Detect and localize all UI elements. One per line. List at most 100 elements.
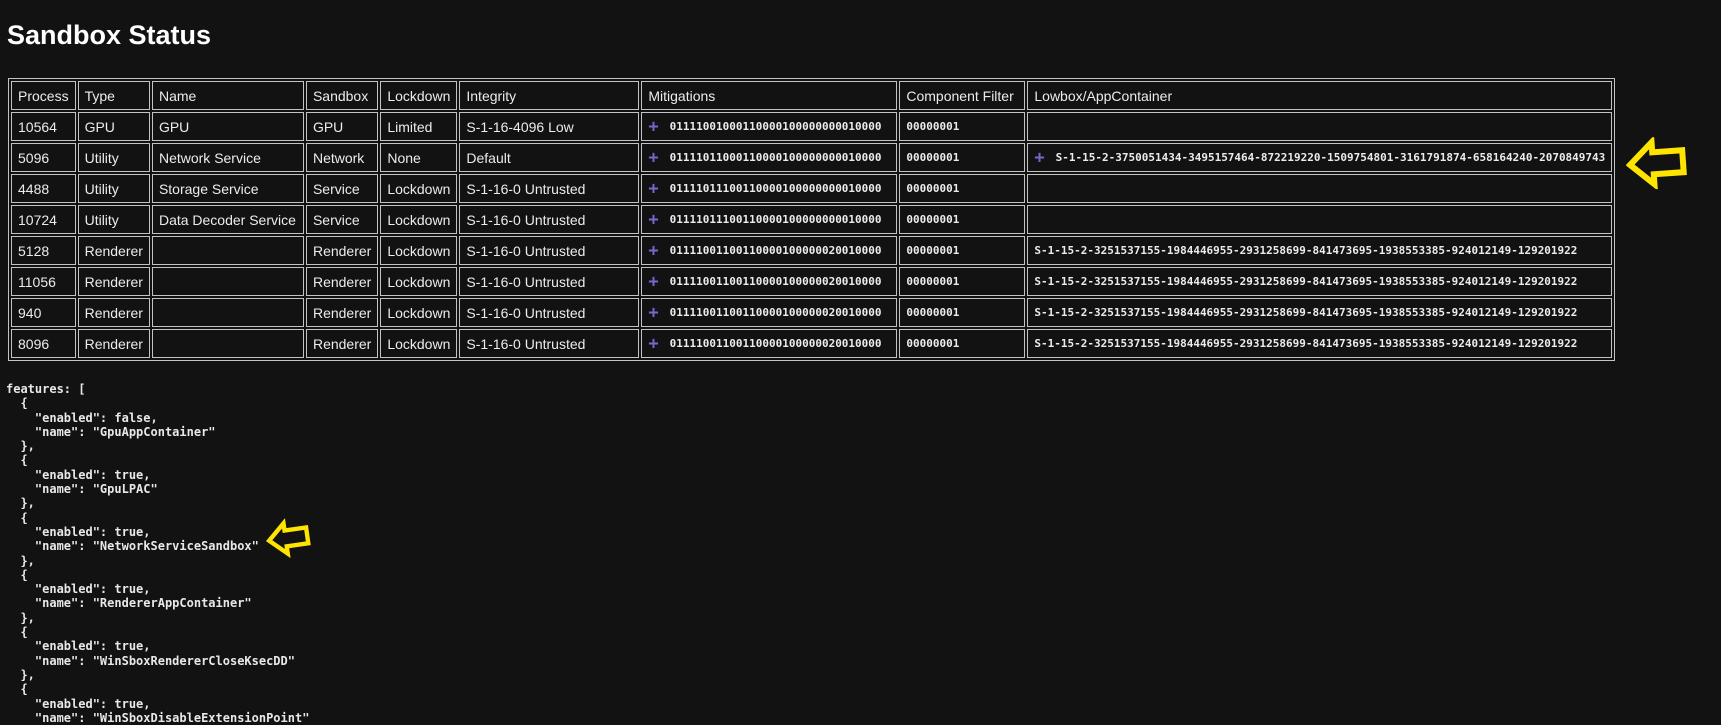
cell-integrity: S-1-16-0 Untrusted — [459, 298, 640, 327]
expand-mitigations-icon[interactable]: + — [648, 272, 658, 292]
cell-component-filter: 00000001 — [899, 205, 1026, 234]
cell-lockdown: Lockdown — [380, 298, 458, 327]
cell-integrity: S-1-16-0 Untrusted — [459, 329, 640, 358]
cell-lowbox: S-1-15-2-3251537155-1984446955-293125869… — [1027, 267, 1613, 296]
cell-sandbox: Renderer — [305, 298, 379, 327]
expand-mitigations-icon[interactable]: + — [648, 303, 658, 323]
table-row: 4488 Utility Storage Service Service Loc… — [11, 174, 1613, 203]
cell-sandbox: Renderer — [305, 236, 379, 265]
cell-process: 10564 — [11, 112, 76, 141]
annotation-arrow-network-service-row — [1625, 135, 1687, 191]
cell-sandbox: Renderer — [305, 267, 379, 296]
expand-mitigations-icon[interactable]: + — [648, 241, 658, 261]
mitigations-value: 01111001000110000100000000010000 — [669, 119, 882, 133]
table-row: 11056 Renderer Renderer Lockdown S-1-16-… — [11, 267, 1613, 296]
cell-sandbox: Service — [305, 174, 379, 203]
table-header-row: Process Type Name Sandbox Lockdown Integ… — [11, 81, 1613, 110]
expand-mitigations-icon[interactable]: + — [648, 117, 658, 137]
cell-component-filter: 00000001 — [899, 143, 1026, 172]
table-row: 8096 Renderer Renderer Lockdown S-1-16-0… — [11, 329, 1613, 358]
cell-process: 11056 — [11, 267, 76, 296]
column-header-process: Process — [11, 81, 76, 110]
cell-process: 8096 — [11, 329, 76, 358]
features-json: features: [ { "enabled": false, "name": … — [6, 382, 310, 725]
cell-mitigations: +01111011100110000100000000010000 — [641, 174, 898, 203]
cell-process: 10724 — [11, 205, 76, 234]
cell-name: GPU — [151, 112, 304, 141]
cell-mitigations: +01111011100110000100000000010000 — [641, 205, 898, 234]
cell-type: Renderer — [77, 329, 150, 358]
mitigations-value: 01111001100110000100000020010000 — [669, 274, 882, 288]
cell-mitigations: +01111001000110000100000000010000 — [641, 112, 898, 141]
cell-integrity: Default — [459, 143, 640, 172]
cell-lowbox: + S-1-15-2-3750051434-3495157464-87221922… — [1027, 143, 1613, 172]
table-row: 940 Renderer Renderer Lockdown S-1-16-0 … — [11, 298, 1613, 327]
cell-mitigations: +01111001100110000100000020010000 — [641, 267, 898, 296]
column-header-name: Name — [151, 81, 304, 110]
cell-lowbox: S-1-15-2-3251537155-1984446955-293125869… — [1027, 329, 1613, 358]
cell-process: 4488 — [11, 174, 76, 203]
cell-integrity: S-1-16-4096 Low — [459, 112, 640, 141]
cell-sandbox: Service — [305, 205, 379, 234]
table-row: 10724 Utility Data Decoder Service Servi… — [11, 205, 1613, 234]
cell-type: Utility — [77, 205, 150, 234]
cell-process: 5128 — [11, 236, 76, 265]
cell-lockdown: Limited — [380, 112, 458, 141]
cell-mitigations: +01111001100110000100000020010000 — [641, 298, 898, 327]
cell-mitigations: +01111001100110000100000020010000 — [641, 236, 898, 265]
mitigations-value: 01111001100110000100000020010000 — [669, 336, 882, 350]
cell-sandbox: Network — [305, 143, 379, 172]
cell-process: 5096 — [11, 143, 76, 172]
cell-integrity: S-1-16-0 Untrusted — [459, 236, 640, 265]
cell-lowbox — [1027, 174, 1613, 203]
cell-name: Network Service — [151, 143, 304, 172]
mitigations-value: 01111011100110000100000000010000 — [669, 181, 882, 195]
cell-component-filter: 00000001 — [899, 329, 1026, 358]
cell-lockdown: Lockdown — [380, 236, 458, 265]
expand-lowbox-icon[interactable]: + — [1034, 148, 1044, 168]
expand-mitigations-icon[interactable]: + — [648, 334, 658, 354]
cell-component-filter: 00000001 — [899, 112, 1026, 141]
cell-integrity: S-1-16-0 Untrusted — [459, 205, 640, 234]
sandbox-status-table: Process Type Name Sandbox Lockdown Integ… — [8, 78, 1616, 361]
cell-lockdown: Lockdown — [380, 267, 458, 296]
cell-type: Utility — [77, 143, 150, 172]
cell-type: Renderer — [77, 236, 150, 265]
mitigations-value: 01111001100110000100000020010000 — [669, 305, 882, 319]
cell-component-filter: 00000001 — [899, 174, 1026, 203]
cell-name: Storage Service — [151, 174, 304, 203]
cell-name — [151, 298, 304, 327]
mitigations-value: 01111001100110000100000020010000 — [669, 243, 882, 257]
column-header-sandbox: Sandbox — [305, 81, 379, 110]
mitigations-value: 01111011000110000100000000010000 — [669, 150, 882, 164]
cell-lockdown: None — [380, 143, 458, 172]
cell-component-filter: 00000001 — [899, 236, 1026, 265]
cell-lockdown: Lockdown — [380, 174, 458, 203]
column-header-mitigations: Mitigations — [641, 81, 898, 110]
cell-type: Renderer — [77, 267, 150, 296]
cell-lockdown: Lockdown — [380, 329, 458, 358]
cell-type: Utility — [77, 174, 150, 203]
cell-type: GPU — [77, 112, 150, 141]
arrow-left-shape — [265, 518, 311, 559]
table-row: 10564 GPU GPU GPU Limited S-1-16-4096 Lo… — [11, 112, 1613, 141]
table-row: 5096 Utility Network Service Network Non… — [11, 143, 1613, 172]
expand-mitigations-icon[interactable]: + — [648, 179, 658, 199]
cell-name — [151, 329, 304, 358]
column-header-lockdown: Lockdown — [380, 81, 458, 110]
expand-mitigations-icon[interactable]: + — [648, 148, 658, 168]
cell-lockdown: Lockdown — [380, 205, 458, 234]
cell-sandbox: Renderer — [305, 329, 379, 358]
expand-mitigations-icon[interactable]: + — [648, 210, 658, 230]
cell-type: Renderer — [77, 298, 150, 327]
column-header-component-filter: Component Filter — [899, 81, 1026, 110]
cell-mitigations: +01111011000110000100000000010000 — [641, 143, 898, 172]
cell-name: Data Decoder Service — [151, 205, 304, 234]
mitigations-value: 01111011100110000100000000010000 — [669, 212, 882, 226]
cell-component-filter: 00000001 — [899, 267, 1026, 296]
cell-name — [151, 236, 304, 265]
cell-lowbox — [1027, 205, 1613, 234]
column-header-type: Type — [77, 81, 150, 110]
page-title: Sandbox Status — [7, 20, 212, 50]
cell-component-filter: 00000001 — [899, 298, 1026, 327]
